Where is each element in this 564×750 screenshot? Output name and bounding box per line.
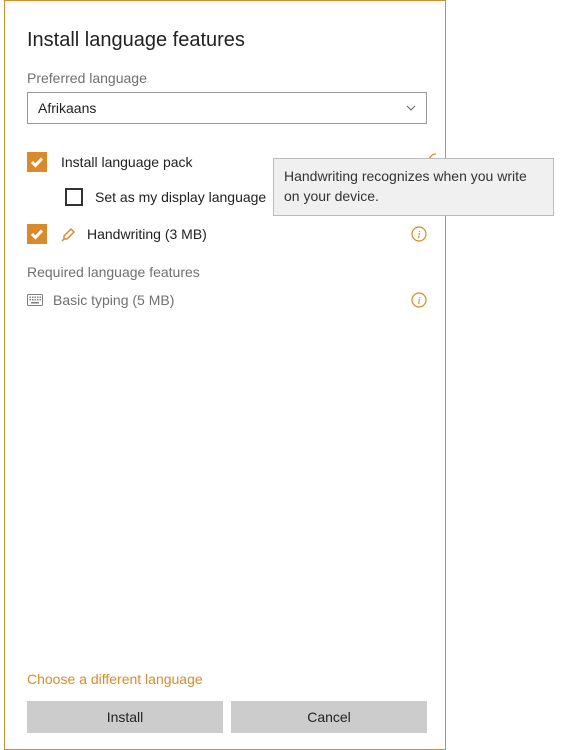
- keyboard-icon: [27, 292, 43, 308]
- checkbox-handwriting[interactable]: [27, 224, 47, 244]
- chevron-down-icon: [406, 103, 416, 113]
- basic-typing-label: Basic typing (5 MB): [53, 292, 174, 308]
- preferred-language-select[interactable]: Afrikaans: [27, 92, 427, 124]
- feature-handwriting: Handwriting (3 MB) i: [27, 224, 427, 244]
- cancel-button[interactable]: Cancel: [231, 701, 427, 733]
- display-language-label: Set as my display language: [95, 189, 266, 205]
- svg-text:i: i: [417, 229, 420, 241]
- check-icon: [30, 227, 44, 241]
- handwriting-label: Handwriting (3 MB): [87, 226, 207, 242]
- dialog-buttons: Install Cancel: [27, 701, 427, 733]
- install-language-dialog: Install language features Preferred lang…: [4, 0, 446, 750]
- dialog-title: Install language features: [27, 29, 427, 52]
- checkbox-display-language[interactable]: [65, 188, 83, 206]
- required-section-label: Required language features: [27, 264, 427, 280]
- handwriting-icon: [61, 226, 77, 242]
- preferred-language-label: Preferred language: [27, 70, 427, 86]
- info-icon[interactable]: i: [411, 292, 427, 308]
- required-basic-typing: Basic typing (5 MB) i: [27, 292, 427, 308]
- checkbox-language-pack[interactable]: [27, 152, 47, 172]
- info-icon[interactable]: i: [411, 226, 427, 242]
- svg-text:i: i: [417, 295, 420, 307]
- check-icon: [30, 155, 44, 169]
- selected-language-text: Afrikaans: [38, 100, 96, 116]
- language-pack-label: Install language pack: [61, 154, 193, 170]
- choose-different-language-link[interactable]: Choose a different language: [27, 671, 427, 687]
- handwriting-tooltip: Handwriting recognizes when you write on…: [273, 158, 554, 216]
- install-button[interactable]: Install: [27, 701, 223, 733]
